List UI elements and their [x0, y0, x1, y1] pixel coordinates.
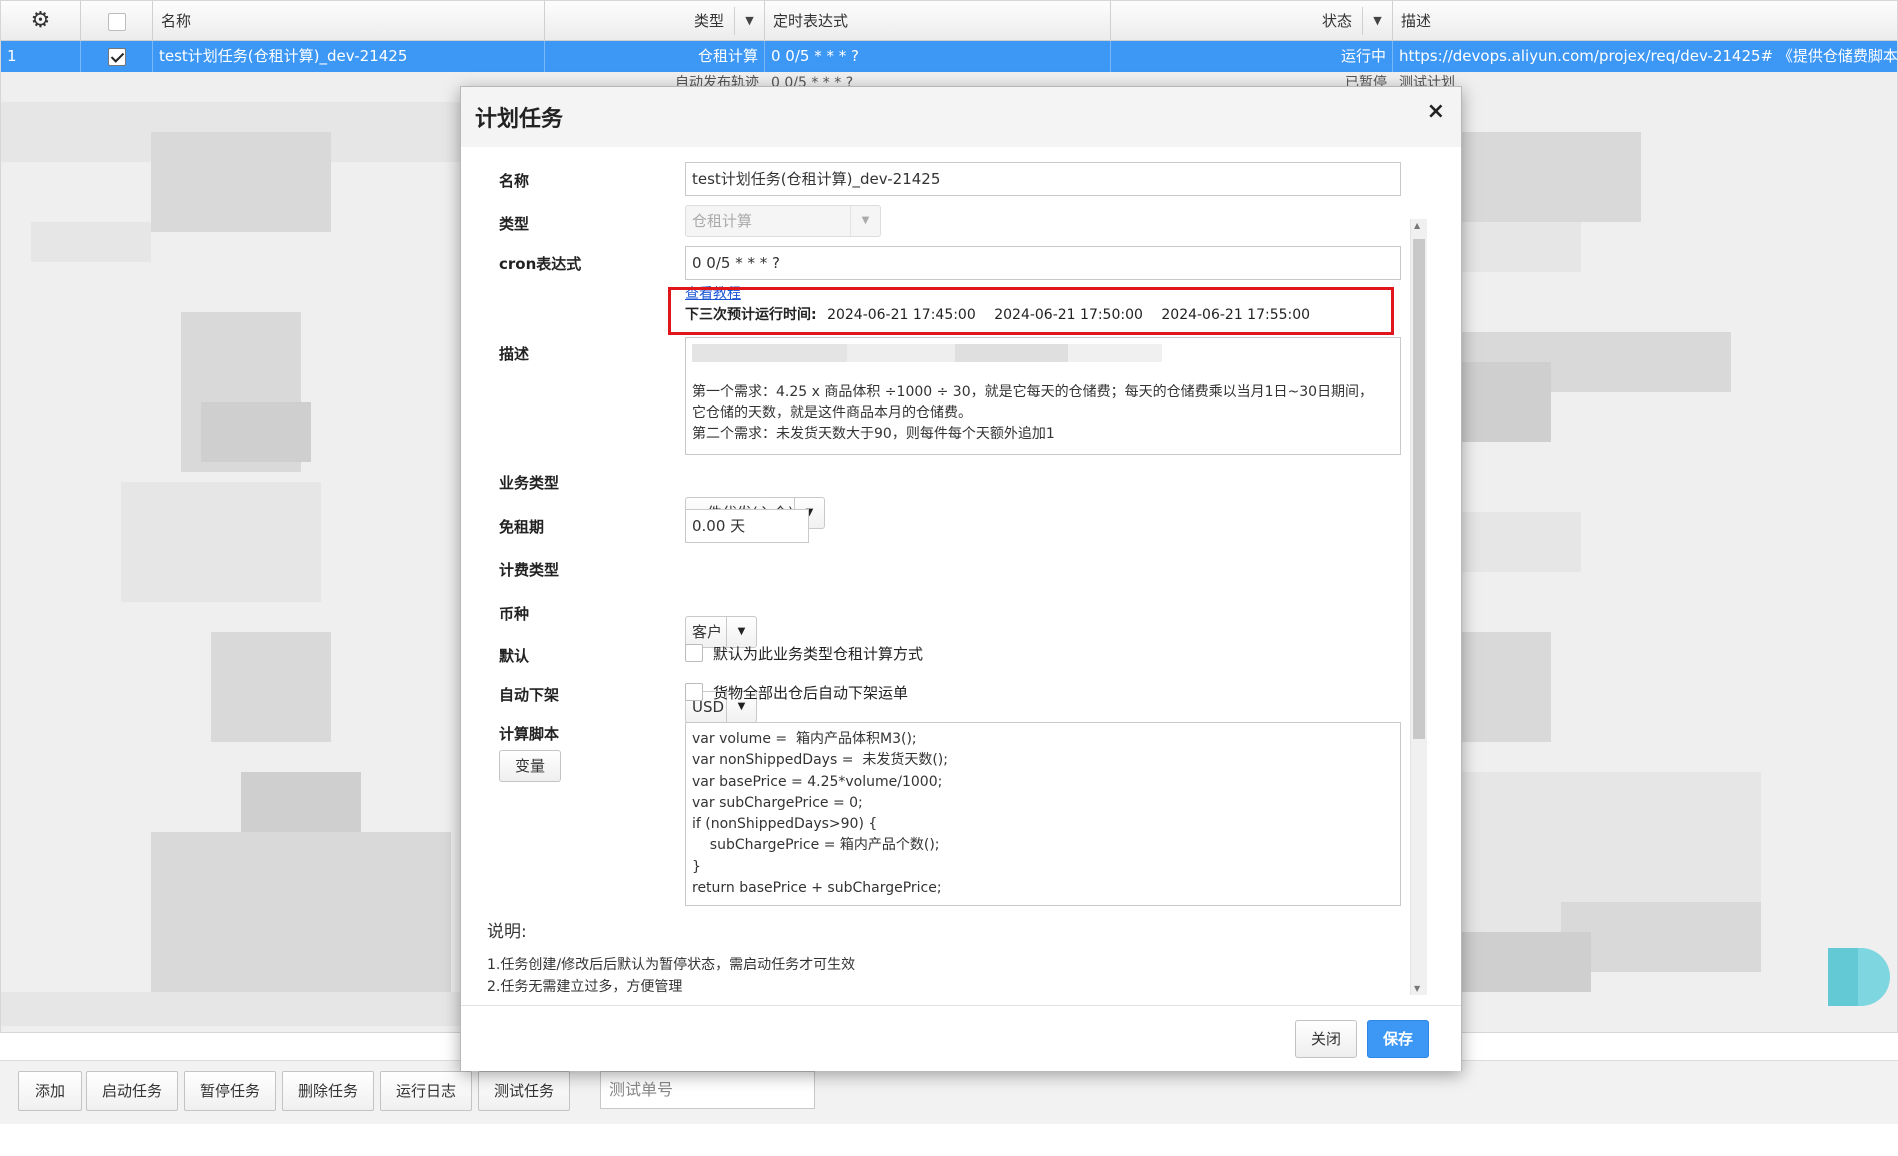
default-checkbox-row[interactable]: 默认为此业务类型仓租计算方式	[685, 643, 923, 664]
row-checkbox[interactable]	[81, 41, 153, 72]
test-order-input[interactable]: 测试单号	[600, 1071, 815, 1109]
modal-header: 计划任务 ×	[461, 87, 1461, 147]
label-name: 名称	[499, 172, 530, 190]
header-type-dropdown-icon[interactable]: ▼	[734, 7, 764, 35]
select-all-checkbox[interactable]	[81, 1, 153, 41]
type-select: 仓租计算 ▼	[685, 205, 881, 237]
script-line: var nonShippedDays = 未发货天数();	[692, 752, 948, 769]
variable-button[interactable]: 变量	[499, 750, 561, 782]
row-index: 1	[1, 41, 81, 72]
save-button[interactable]: 保存	[1367, 1020, 1429, 1058]
pause-task-button[interactable]: 暂停任务	[184, 1071, 276, 1111]
label-default: 默认	[499, 647, 530, 665]
row-status: 运行中	[1111, 41, 1393, 72]
settings-gear-icon[interactable]: ⚙	[1, 1, 81, 41]
fee-type-value: 客户	[692, 623, 723, 641]
auto-off-checkbox-row[interactable]: 货物全部出仓后自动下架运单	[685, 682, 908, 703]
script-line: var volume = 箱内产品体积M3();	[692, 731, 917, 747]
auto-off-checkbox[interactable]	[685, 683, 703, 701]
notes-line-1: 1.任务创建/修改后后默认为暂停状态，需启动任务才可生效	[487, 957, 856, 973]
notes-title: 说明:	[487, 922, 527, 942]
header-name[interactable]: 名称	[153, 1, 545, 41]
label-biz-type: 业务类型	[499, 474, 560, 492]
script-textarea[interactable]: var volume = 箱内产品体积M3(); var nonShippedDa…	[685, 722, 1401, 906]
desc-line-3: 第二个需求：未发货天数大于90，则每件每个天额外追加1	[692, 426, 1055, 442]
type-dropdown-icon: ▼	[850, 206, 880, 236]
header-desc[interactable]: 描述	[1393, 1, 1897, 41]
script-line: var subChargePrice = 0;	[692, 794, 863, 811]
scroll-up-icon[interactable]: ▲	[1414, 221, 1420, 230]
header-status[interactable]: 状态 ▼	[1111, 1, 1393, 41]
header-status-dropdown-icon[interactable]: ▼	[1362, 7, 1392, 35]
add-button[interactable]: 添加	[18, 1071, 82, 1111]
notes: 说明: 1.任务创建/修改后后默认为暂停状态，需启动任务才可生效 2.任务无需建…	[487, 917, 855, 998]
script-line: if (nonShippedDays>90) {	[692, 816, 878, 833]
row-type: 仓租计算	[545, 41, 765, 72]
type-select-value: 仓租计算	[692, 212, 753, 230]
modal-footer: 关闭 保存	[461, 1005, 1461, 1071]
row-cron: 0 0/5 * * * ?	[765, 41, 1111, 72]
cron-input[interactable]: 0 0/5 * * * ?	[685, 246, 1401, 280]
desc-redacted-line	[692, 344, 1162, 362]
grid-header: ⚙ 名称 类型 ▼ 定时表达式 状态 ▼ 描述	[1, 1, 1897, 41]
label-desc: 描述	[499, 345, 530, 363]
row-name: test计划任务(仓租计算)_dev-21425	[153, 41, 545, 72]
delete-task-button[interactable]: 删除任务	[282, 1071, 374, 1111]
scroll-thumb[interactable]	[1413, 239, 1425, 739]
script-line: return basePrice + subChargePrice;	[692, 880, 942, 897]
task-modal: 计划任务 × 名称 test计划任务(仓租计算)_dev-21425 类型 仓租…	[460, 86, 1462, 1071]
label-type: 类型	[499, 215, 530, 233]
label-free-period: 免租期	[499, 518, 545, 536]
auto-off-text: 货物全部出仓后自动下架运单	[713, 684, 909, 702]
header-type[interactable]: 类型 ▼	[545, 1, 765, 41]
label-currency: 币种	[499, 605, 530, 623]
test-task-button[interactable]: 测试任务	[478, 1071, 570, 1111]
default-checkbox[interactable]	[685, 644, 703, 662]
script-line: }	[692, 858, 701, 875]
notes-line-2: 2.任务无需建立过多，方便管理	[487, 979, 683, 995]
free-period-input[interactable]: 0.00 天	[685, 509, 809, 543]
desc-line-1: 第一个需求：4.25 x 商品体积 ÷1000 ÷ 30，就是它每天的仓储费；每…	[692, 384, 1374, 400]
close-button[interactable]: 关闭	[1295, 1020, 1357, 1058]
header-cron[interactable]: 定时表达式	[765, 1, 1111, 41]
scroll-down-icon[interactable]: ▼	[1414, 984, 1420, 993]
label-cron: cron表达式	[499, 255, 582, 273]
modal-title: 计划任务	[475, 107, 564, 132]
modal-scrollbar[interactable]: ▲ ▼	[1410, 219, 1427, 995]
start-task-button[interactable]: 启动任务	[86, 1071, 178, 1111]
desc-textarea[interactable]: 第一个需求：4.25 x 商品体积 ÷1000 ÷ 30，就是它每天的仓储费；每…	[685, 337, 1401, 455]
table-row-selected[interactable]: 1 test计划任务(仓租计算)_dev-21425 仓租计算 0 0/5 * …	[1, 41, 1897, 72]
script-line: var basePrice = 4.25*volume/1000;	[692, 773, 943, 790]
floating-help-button[interactable]	[1828, 948, 1890, 1006]
script-line: subChargePrice = 箱内产品个数();	[692, 837, 940, 854]
highlight-annotation	[668, 287, 1394, 335]
label-script: 计算脚本	[499, 725, 560, 743]
label-fee-type: 计费类型	[499, 561, 560, 579]
run-log-button[interactable]: 运行日志	[380, 1071, 472, 1111]
desc-line-2: 它仓储的天数，就是这件商品本月的仓储费。	[692, 405, 972, 421]
row-desc: https://devops.aliyun.com/projex/req/dev…	[1399, 47, 1898, 65]
close-icon[interactable]: ×	[1427, 99, 1445, 124]
label-auto-off: 自动下架	[499, 686, 560, 704]
default-text: 默认为此业务类型仓租计算方式	[713, 645, 924, 663]
modal-body: 名称 test计划任务(仓租计算)_dev-21425 类型 仓租计算 ▼ cr…	[461, 147, 1461, 1005]
name-input[interactable]: test计划任务(仓租计算)_dev-21425	[685, 162, 1401, 196]
